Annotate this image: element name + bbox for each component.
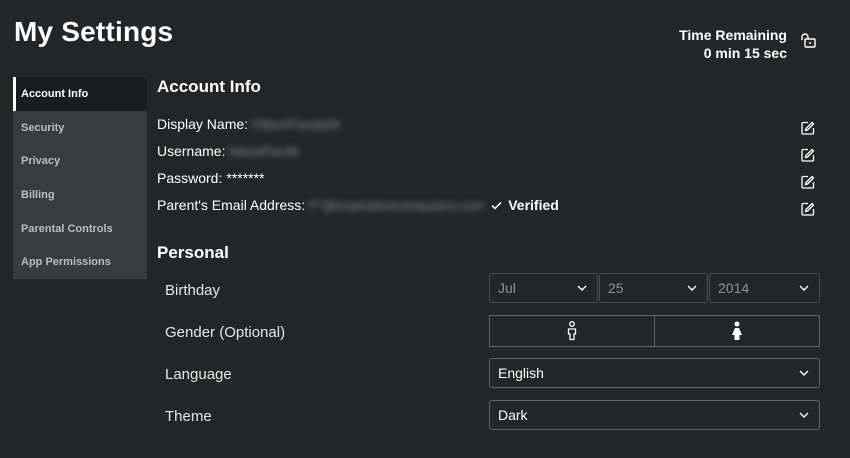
gender-selector [489,315,820,347]
lock-icon[interactable] [799,32,817,50]
male-icon [567,321,577,341]
username-value: MariaPan3k [229,143,299,159]
display-name-value: FilbertPanda06 [252,116,341,132]
password-label: Password: [157,170,223,186]
birthday-year-value: 2014 [718,280,750,296]
chevron-down-icon [799,412,809,418]
language-label: Language [165,366,232,383]
sidebar-item-app-permissions[interactable]: App Permissions [13,245,147,279]
sidebar-item-privacy[interactable]: Privacy [13,144,147,178]
gender-label: Gender (Optional) [165,324,286,341]
theme-value: Dark [498,407,528,423]
account-info-title: Account Info [157,77,261,96]
personal-title: Personal [157,243,229,262]
password-value: ******* [226,170,265,186]
sidebar-item-account-info[interactable]: Account Info [13,77,147,111]
theme-label: Theme [165,408,212,425]
parent-email-label: Parent's Email Address: [157,197,306,213]
edit-username-icon[interactable] [801,148,815,162]
username-label: Username: [157,143,226,159]
password-row: Password: ******* [157,170,265,186]
birthday-label: Birthday [165,282,221,299]
gender-male-option[interactable] [490,316,654,346]
chevron-down-icon [687,285,697,291]
settings-sidebar: Account Info Security Privacy Billing Pa… [13,77,147,280]
chevron-down-icon [799,285,809,291]
username-row: Username: MariaPan3k [157,143,299,159]
birthday-day-value: 25 [608,280,624,296]
time-remaining-value: 0 min 15 sec [703,45,787,61]
sidebar-item-parental-controls[interactable]: Parental Controls [13,212,147,246]
page-title: My Settings [14,16,174,47]
parent-email-value: f**@inspirationcomputers.com [309,197,485,213]
display-name-label: Display Name: [157,116,249,132]
verified-label: Verified [508,197,559,213]
theme-select[interactable]: Dark [489,400,820,430]
birthday-month-value: Jul [498,280,516,296]
birthday-month-select[interactable]: Jul [489,273,598,303]
check-icon [491,201,502,210]
language-select[interactable]: English [489,358,820,388]
gender-female-option[interactable] [654,316,819,346]
edit-display-name-icon[interactable] [801,121,815,135]
time-remaining: Time Remaining 0 min 15 sec [679,26,787,62]
female-icon [732,321,742,340]
sidebar-item-billing[interactable]: Billing [13,178,147,212]
birthday-year-select[interactable]: 2014 [709,273,820,303]
birthday-day-select[interactable]: 25 [599,273,708,303]
time-remaining-label: Time Remaining [679,27,787,43]
chevron-down-icon [799,370,809,376]
parent-email-row: Parent's Email Address: f**@inspirationc… [157,197,559,213]
language-value: English [498,365,544,381]
display-name-row: Display Name: FilbertPanda06 [157,116,340,132]
edit-parent-email-icon[interactable] [801,202,815,216]
chevron-down-icon [577,285,587,291]
sidebar-item-security[interactable]: Security [13,111,147,145]
verified-badge: Verified [490,197,559,213]
edit-password-icon[interactable] [801,175,815,189]
